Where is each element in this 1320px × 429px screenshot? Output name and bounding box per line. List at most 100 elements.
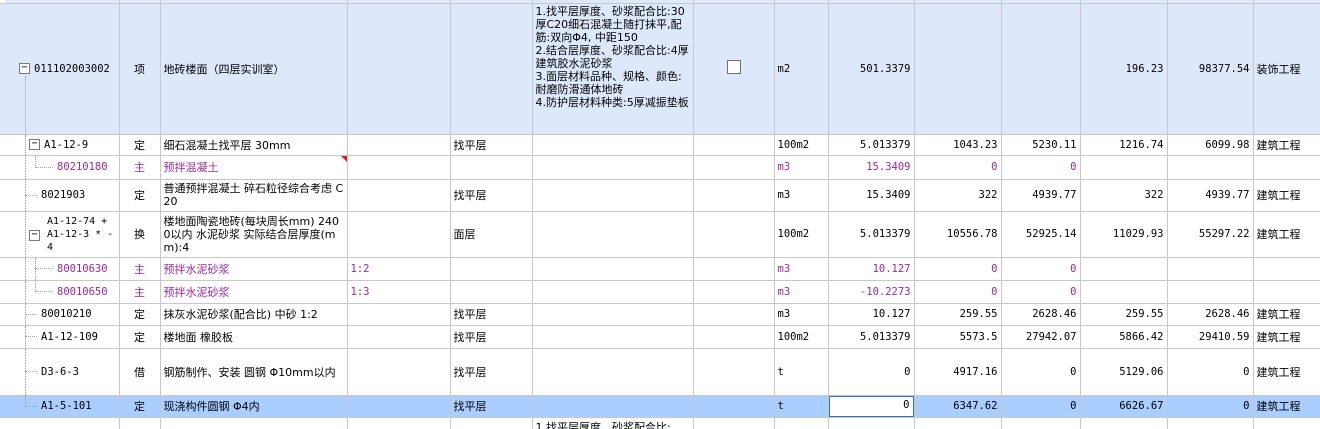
spec-cell[interactable]: 1:3 — [347, 280, 451, 304]
total-cell[interactable]: 0 — [1001, 395, 1081, 418]
category-cell[interactable]: 建筑工程 — [1253, 179, 1320, 212]
unit-cell[interactable]: 100m2 — [774, 211, 829, 258]
code-cell[interactable] — [5, 417, 120, 429]
qty-cell[interactable] — [828, 417, 915, 429]
spec-cell[interactable] — [347, 303, 451, 326]
qty-cell[interactable]: 5.013379 — [828, 325, 915, 349]
price-cell[interactable]: 10556.78 — [914, 211, 1002, 258]
type-cell[interactable]: 换 — [119, 211, 161, 258]
checkbox-cell[interactable] — [693, 3, 775, 135]
price-cell[interactable]: 322 — [914, 179, 1002, 212]
name-cell[interactable]: 地砖楼面（四层实训室） — [160, 3, 348, 135]
type-cell[interactable]: 主 — [119, 280, 161, 304]
table-row[interactable]: − A1-12-74 + A1-12-3 * -4 换 楼地面陶瓷地砖(每块周长m… — [0, 211, 1320, 258]
price2-cell[interactable]: 322 — [1080, 179, 1168, 212]
total2-cell[interactable] — [1167, 155, 1254, 180]
table-row-main-material[interactable]: 80010650 主 预拌水泥砂浆 1:3 m3 -10.2273 0 0 — [0, 280, 1320, 304]
total-cell[interactable]: 52925.14 — [1001, 211, 1081, 258]
total2-cell[interactable]: 4939.77 — [1167, 179, 1254, 212]
table-row[interactable]: A1-12-109 定 楼地面 橡胶板 找平层 100m2 5.013379 5… — [0, 325, 1320, 349]
spec-cell[interactable] — [347, 155, 451, 180]
unit-cell[interactable]: m2 — [774, 3, 829, 135]
type-cell[interactable]: 项 — [119, 3, 161, 135]
table-row-bq-item[interactable]: −011102003002 项 地砖楼面（四层实训室） 1.找平层厚度、砂浆配合… — [0, 3, 1320, 135]
total-cell[interactable]: 4939.77 — [1001, 179, 1081, 212]
part-cell[interactable] — [450, 257, 533, 281]
qty-cell[interactable]: 10.127 — [828, 257, 915, 281]
code-cell[interactable]: A1-12-109 — [5, 325, 120, 349]
price2-cell[interactable] — [1080, 257, 1168, 281]
code-cell[interactable]: − A1-12-9 — [5, 134, 120, 156]
total-cell[interactable]: 0 — [1001, 257, 1081, 281]
price2-cell[interactable] — [1080, 155, 1168, 180]
price-cell[interactable] — [914, 3, 1002, 135]
checkbox-cell[interactable] — [693, 211, 775, 258]
total2-cell[interactable]: 0 — [1167, 348, 1254, 396]
table-row-selected[interactable]: A1-5-101 定 现浇构件圆钢 Φ4内 找平层 t 0 6347.62 0 … — [0, 395, 1320, 418]
type-cell[interactable]: 定 — [119, 325, 161, 349]
category-cell[interactable]: 建筑工程 — [1253, 303, 1320, 326]
type-cell[interactable]: 借 — [119, 348, 161, 396]
spec-cell[interactable] — [347, 417, 451, 429]
feature-cell[interactable]: 1.找平层厚度、砂浆配合比: — [532, 417, 694, 429]
feature-cell[interactable] — [532, 303, 694, 326]
qty-edit-field[interactable]: 0 — [828, 395, 913, 416]
checkbox-cell[interactable] — [693, 155, 775, 180]
category-cell[interactable]: 建筑工程 — [1253, 325, 1320, 349]
type-cell[interactable] — [119, 417, 161, 429]
name-cell[interactable]: 现浇构件圆钢 Φ4内 — [160, 395, 348, 418]
unit-cell[interactable]: m3 — [774, 257, 829, 281]
total-cell[interactable]: 0 — [1001, 155, 1081, 180]
feature-cell[interactable] — [532, 134, 694, 156]
name-cell[interactable]: 预拌混凝土 — [160, 155, 348, 180]
type-cell[interactable]: 主 — [119, 155, 161, 180]
price2-cell[interactable] — [1080, 417, 1168, 429]
category-cell[interactable]: 装饰工程 — [1253, 3, 1320, 135]
feature-cell[interactable]: 1.找平层厚度、砂浆配合比:30厚C20细石混凝土随打抹平,配筋:双向Φ4, 中… — [532, 3, 694, 135]
part-cell[interactable] — [450, 280, 533, 304]
checkbox-cell[interactable] — [693, 348, 775, 396]
feature-cell[interactable] — [532, 211, 694, 258]
qty-cell[interactable]: 0 — [828, 348, 915, 396]
unit-cell[interactable]: 100m2 — [774, 134, 829, 156]
price-cell[interactable]: 4917.16 — [914, 348, 1002, 396]
price-cell[interactable]: 1043.23 — [914, 134, 1002, 156]
code-cell[interactable]: 80010650 — [5, 280, 120, 304]
unit-cell[interactable]: m3 — [774, 303, 829, 326]
price-cell[interactable]: 0 — [914, 155, 1002, 180]
type-cell[interactable]: 主 — [119, 257, 161, 281]
type-cell[interactable]: 定 — [119, 303, 161, 326]
price2-cell[interactable]: 11029.93 — [1080, 211, 1168, 258]
spec-cell[interactable] — [347, 179, 451, 212]
name-cell[interactable]: 楼地面陶瓷地砖(每块周长mm) 2400以内 水泥砂浆 实际结合层厚度(mm):… — [160, 211, 348, 258]
type-cell[interactable]: 定 — [119, 179, 161, 212]
part-cell[interactable] — [450, 3, 533, 135]
table-row[interactable]: 80010210 定 抹灰水泥砂浆(配合比) 中砂 1:2 找平层 m3 10.… — [0, 303, 1320, 326]
name-cell[interactable]: 预拌水泥砂浆 — [160, 257, 348, 281]
total-cell[interactable]: 0 — [1001, 280, 1081, 304]
category-cell[interactable] — [1253, 257, 1320, 281]
code-cell[interactable]: 8021903 — [5, 179, 120, 212]
price-cell[interactable] — [914, 417, 1002, 429]
code-cell[interactable]: 80210180 — [5, 155, 120, 180]
part-cell[interactable]: 找平层 — [450, 179, 533, 212]
code-cell[interactable]: 80010210 — [5, 303, 120, 326]
total-cell[interactable]: 27942.07 — [1001, 325, 1081, 349]
part-cell[interactable]: 面层 — [450, 211, 533, 258]
code-cell[interactable]: −011102003002 — [5, 3, 120, 135]
unit-cell[interactable]: t — [774, 395, 829, 418]
code-cell[interactable]: 80010630 — [5, 257, 120, 281]
price2-cell[interactable]: 5129.06 — [1080, 348, 1168, 396]
unit-cell[interactable]: m3 — [774, 280, 829, 304]
total2-cell[interactable]: 2628.46 — [1167, 303, 1254, 326]
category-cell[interactable] — [1253, 417, 1320, 429]
unit-cell[interactable]: m3 — [774, 179, 829, 212]
checkbox-cell[interactable] — [693, 325, 775, 349]
checkbox-cell[interactable] — [693, 417, 775, 429]
budget-grid[interactable]: −011102003002 项 地砖楼面（四层实训室） 1.找平层厚度、砂浆配合… — [0, 0, 1320, 429]
unit-cell[interactable]: 100m2 — [774, 325, 829, 349]
checkbox[interactable] — [726, 60, 741, 74]
part-cell[interactable]: 找平层 — [450, 395, 533, 418]
feature-cell[interactable] — [532, 325, 694, 349]
total2-cell[interactable] — [1167, 257, 1254, 281]
